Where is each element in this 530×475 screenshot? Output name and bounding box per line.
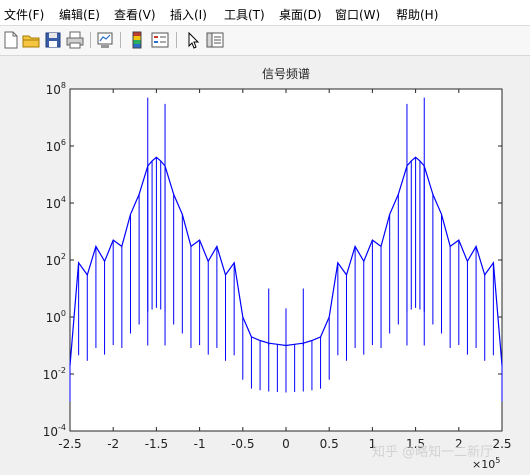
colorbar-icon xyxy=(132,31,142,49)
menu-file[interactable]: 文件(F) xyxy=(4,6,44,23)
figure-area: 信号频谱 -2.5 -2 -1.5 -1 -0.5 0 0.5 1 1.5 2 2.5 108 106 1… xyxy=(0,56,530,475)
pointer-button[interactable] xyxy=(183,30,203,50)
x-tick-label: -1 xyxy=(194,437,206,451)
menu-desktop[interactable]: 桌面(D) xyxy=(279,6,322,23)
save-icon xyxy=(45,32,61,48)
spectrum-plot[interactable]: 信号频谱 -2.5 -2 -1.5 -1 -0.5 0 0.5 1 1.5 2 2.51081061… xyxy=(0,56,530,475)
y-tick-label: 106 xyxy=(46,138,66,154)
x-tick-label: 0 xyxy=(282,437,290,451)
toolbar-separator xyxy=(120,32,121,48)
y-tick-label: 104 xyxy=(46,195,66,211)
print-icon xyxy=(66,31,84,49)
open-folder-icon xyxy=(22,35,40,48)
y-tick-label: 100 xyxy=(46,309,66,325)
x-tick-label: -0.5 xyxy=(231,437,254,451)
menu-view[interactable]: 查看(V) xyxy=(114,6,156,23)
x-tick-label: 2.5 xyxy=(492,437,511,451)
link-plot-icon xyxy=(97,32,113,48)
property-editor-icon xyxy=(206,32,224,48)
open-button[interactable] xyxy=(21,30,41,50)
link-plot-button[interactable] xyxy=(95,30,115,50)
y-tick-label: 102 xyxy=(46,252,66,268)
x-tick-label: -2.5 xyxy=(58,437,81,451)
new-figure-button[interactable] xyxy=(1,30,21,50)
new-figure-icon xyxy=(4,31,18,49)
menu-edit[interactable]: 编辑(E) xyxy=(59,6,100,23)
menu-help[interactable]: 帮助(H) xyxy=(396,6,438,23)
legend-button[interactable] xyxy=(150,30,170,50)
legend-icon xyxy=(151,32,169,48)
menu-window[interactable]: 窗口(W) xyxy=(335,6,380,23)
chart-title: 信号频谱 xyxy=(262,67,310,81)
toolbar xyxy=(0,26,530,56)
save-button[interactable] xyxy=(43,30,63,50)
toolbar-separator xyxy=(90,32,91,48)
pointer-icon xyxy=(188,31,200,49)
watermark: 知乎 @略知一二新厅 xyxy=(372,444,493,460)
toolbar-separator xyxy=(176,32,177,48)
property-editor-button[interactable] xyxy=(205,30,225,50)
x-tick-label: -1.5 xyxy=(145,437,168,451)
x-tick-label: 0.5 xyxy=(320,437,339,451)
y-tick-label: 108 xyxy=(46,81,66,97)
y-tick-label: 10-2 xyxy=(43,366,66,382)
x-tick-label: -2 xyxy=(107,437,119,451)
colorbar-button[interactable] xyxy=(127,30,147,50)
menu-tools[interactable]: 工具(T) xyxy=(224,6,265,23)
menu-bar: 文件(F) 编辑(E) 查看(V) 插入(I) 工具(T) 桌面(D) 窗口(W… xyxy=(0,0,530,26)
menu-insert[interactable]: 插入(I) xyxy=(170,6,207,23)
print-button[interactable] xyxy=(65,30,85,50)
